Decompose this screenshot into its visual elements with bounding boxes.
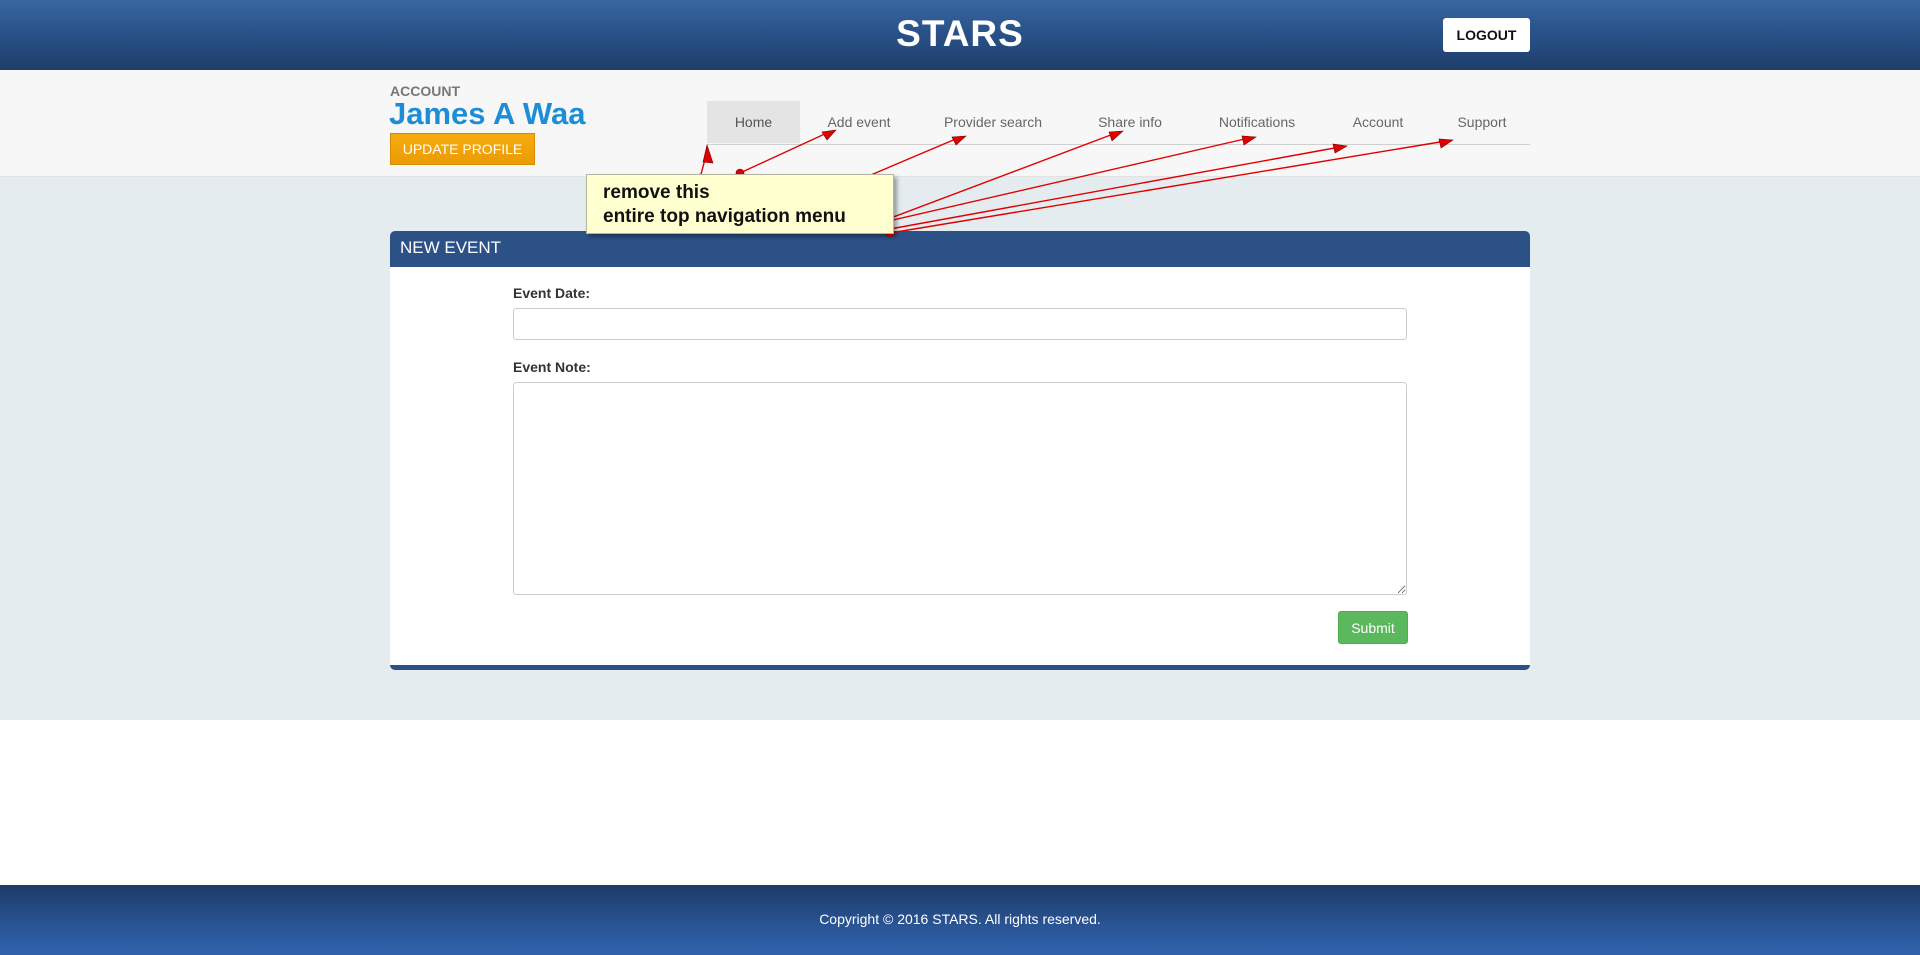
event-date-label: Event Date: [513, 285, 591, 301]
brand-title: STARS [896, 13, 1024, 54]
nav-item-share-info[interactable]: Share info [1068, 101, 1192, 143]
event-note-label: Event Note: [513, 359, 591, 375]
annotation-note: remove this entire top navigation menu [586, 174, 894, 234]
nav-item-notifications[interactable]: Notifications [1192, 101, 1322, 143]
nav-item-support[interactable]: Support [1434, 101, 1530, 143]
event-note-textarea[interactable] [513, 382, 1407, 595]
submit-button[interactable]: Submit [1338, 611, 1408, 644]
nav-item-home[interactable]: Home [707, 101, 800, 143]
copyright-text: Copyright © 2016 STARS. All rights reser… [819, 911, 1101, 927]
panel-header: NEW EVENT [390, 231, 1530, 267]
logout-button[interactable]: LOGOUT [1443, 18, 1530, 52]
footer: Copyright © 2016 STARS. All rights reser… [0, 885, 1920, 955]
nav-item-account[interactable]: Account [1322, 101, 1434, 143]
annotation-line-2: entire top navigation menu [603, 206, 846, 227]
nav-item-provider-search[interactable]: Provider search [918, 101, 1068, 143]
top-bar: STARS LOGOUT [0, 0, 1920, 70]
new-event-panel: NEW EVENT Event Date: Event Note: Submit [390, 231, 1530, 670]
nav-item-add-event[interactable]: Add event [800, 101, 918, 143]
update-profile-button[interactable]: UPDATE PROFILE [390, 133, 535, 165]
annotation-line-1: remove this [603, 182, 710, 203]
account-name: James A Waa [389, 96, 586, 131]
panel-title: NEW EVENT [400, 238, 502, 257]
top-navigation-menu: Home Add event Provider search Share inf… [707, 101, 1530, 145]
event-date-input[interactable] [513, 308, 1407, 340]
